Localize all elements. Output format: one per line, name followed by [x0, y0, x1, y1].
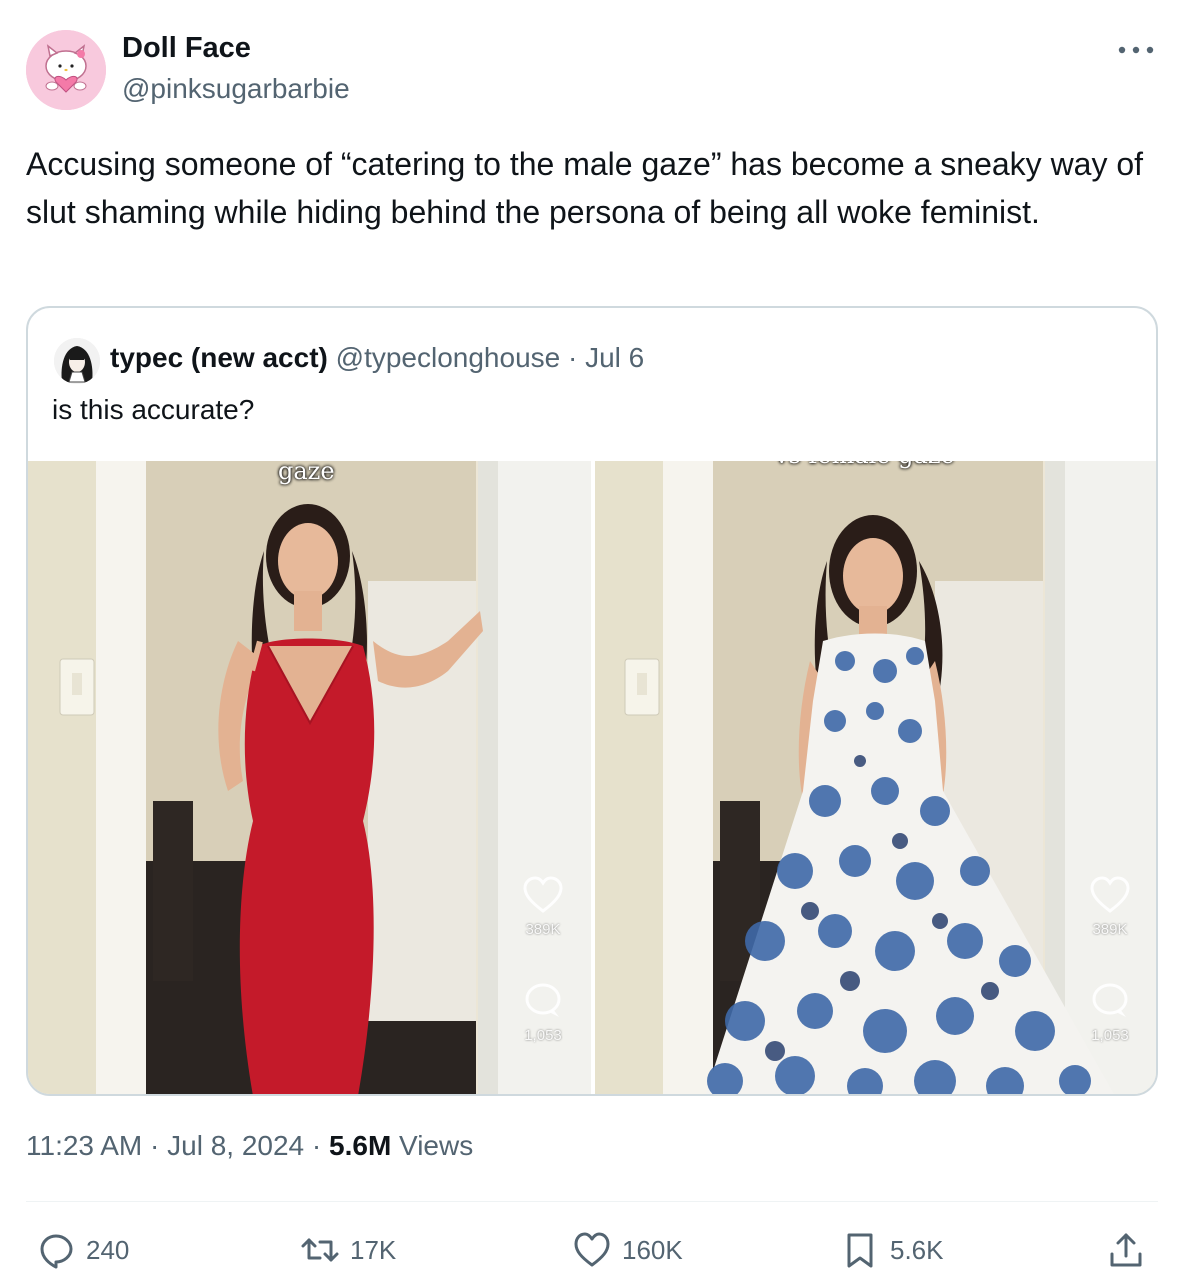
timestamp-date[interactable]: Jul 8, 2024	[167, 1130, 304, 1161]
media-right-caption: vs female gaze	[775, 461, 955, 469]
timestamp-time[interactable]: 11:23 AM	[26, 1130, 142, 1161]
tweet-text: Accusing someone of “catering to the mal…	[26, 146, 1144, 230]
reply-count: 240	[86, 1234, 130, 1265]
like-button[interactable]: 160K	[572, 1228, 683, 1272]
quote-text: is this accurate?	[52, 394, 255, 425]
share-icon	[1110, 1233, 1142, 1267]
media-left-caption: gaze	[278, 461, 335, 485]
overlay-comment-icon	[525, 983, 561, 1017]
quote-display-name[interactable]: typec (new acct)	[110, 342, 328, 373]
reply-icon	[40, 1234, 73, 1269]
repost-button[interactable]: 17K	[300, 1228, 396, 1272]
timestamp-separator-2: ·	[304, 1130, 330, 1161]
divider	[26, 1201, 1158, 1202]
overlay-comment-icon	[1092, 983, 1128, 1017]
quote-media-right[interactable]: vs female gaze 389K 1,053	[595, 461, 1156, 1094]
reply-button[interactable]: 240	[36, 1228, 129, 1272]
floral-dress-photo	[595, 461, 1156, 1094]
bookmark-icon	[847, 1233, 873, 1268]
red-dress-photo	[28, 461, 591, 1094]
anime-character-avatar-icon	[54, 338, 100, 384]
avatar[interactable]	[26, 30, 106, 110]
author-display-name[interactable]: Doll Face	[122, 32, 251, 65]
views-label: Views	[391, 1130, 474, 1161]
hello-kitty-avatar-icon	[26, 30, 106, 110]
more-horizontal-icon	[1118, 46, 1154, 54]
media-left-comments: 1,053	[524, 1027, 562, 1044]
overlay-heart-icon	[1090, 876, 1130, 913]
quote-handle[interactable]: @typeclonghouse	[336, 342, 561, 373]
views-count: 5.6M	[329, 1130, 392, 1161]
more-options-button[interactable]	[1110, 30, 1162, 70]
quote-header: typec (new acct) @typeclonghouse · Jul 6	[110, 342, 644, 374]
bookmark-count: 5.6K	[890, 1234, 944, 1265]
share-button[interactable]	[1106, 1228, 1146, 1272]
like-count: 160K	[622, 1234, 683, 1265]
quote-media-left[interactable]: gaze 389K 1,053	[28, 461, 591, 1094]
media-right-comments: 1,053	[1091, 1027, 1129, 1044]
tweet-timestamp: 11:23 AM · Jul 8, 2024 · 5.6M Views	[26, 1130, 473, 1162]
media-left-likes: 389K	[525, 921, 561, 938]
repost-count: 17K	[350, 1234, 397, 1265]
bookmark-button[interactable]: 5.6K	[840, 1228, 944, 1272]
media-right-likes: 389K	[1092, 921, 1128, 938]
overlay-heart-icon	[523, 876, 563, 913]
heart-icon	[574, 1232, 610, 1267]
timestamp-separator: ·	[142, 1130, 168, 1161]
repost-icon	[301, 1238, 339, 1262]
quoted-tweet-card[interactable]: typec (new acct) @typeclonghouse · Jul 6…	[26, 306, 1158, 1096]
author-handle[interactable]: @pinksugarbarbie	[122, 73, 350, 105]
quote-date[interactable]: Jul 6	[585, 342, 644, 373]
quote-avatar[interactable]	[54, 338, 100, 384]
quote-separator: ·	[560, 342, 586, 373]
